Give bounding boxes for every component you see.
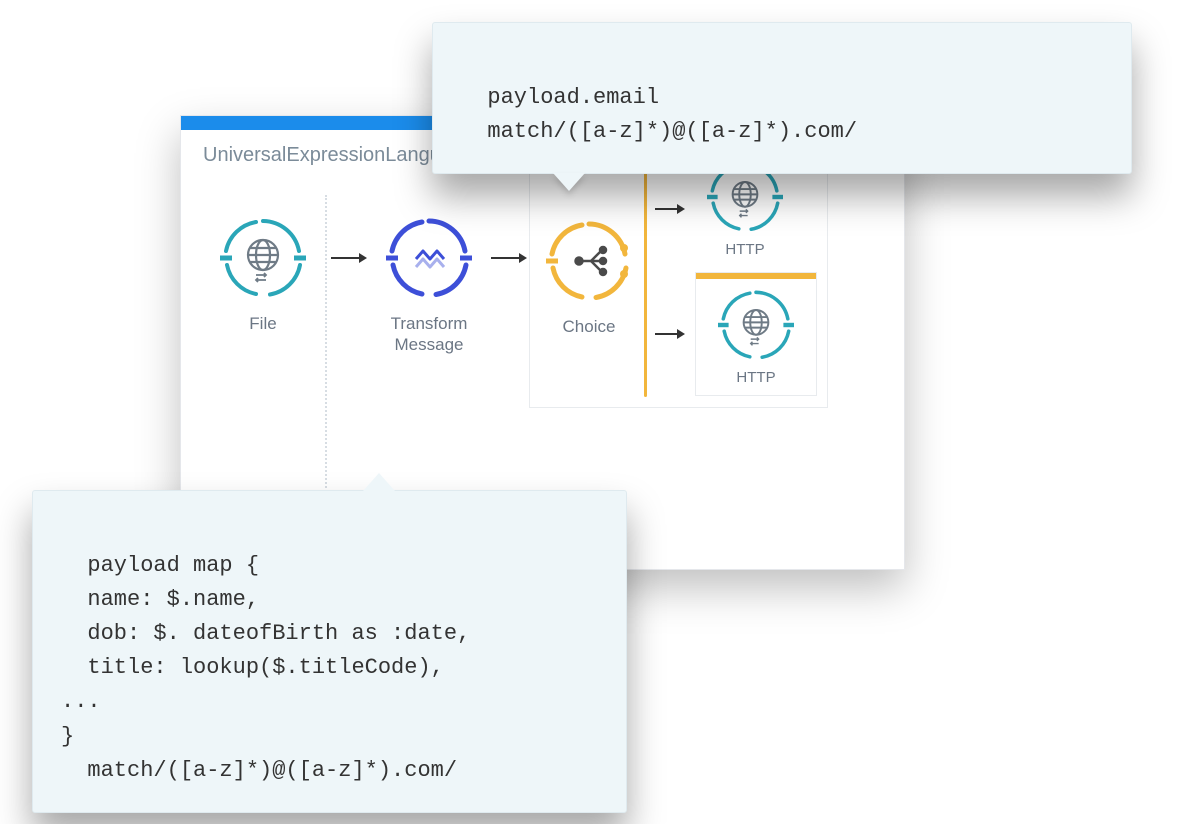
file-node: File	[203, 215, 323, 334]
tooltip-email-match: payload.email match/([a-z]*)@([a-z]*).co…	[432, 22, 1132, 174]
branch-icon	[546, 218, 632, 304]
arrow-icon	[653, 291, 687, 377]
globe-icon	[220, 215, 306, 301]
http-node-label: HTTP	[725, 241, 764, 260]
http-box: HTTP	[695, 272, 817, 397]
tooltip-code: payload map { name: $.name, dob: $. date…	[61, 553, 470, 783]
tooltip-payload-map: payload map { name: $.name, dob: $. date…	[32, 490, 627, 813]
branch-bottom: HTTP	[653, 272, 817, 397]
choice-node-label: Choice	[563, 316, 616, 337]
file-node-label: File	[249, 313, 276, 334]
choice-splitter-bar	[644, 158, 647, 397]
flow-body: File	[181, 175, 904, 513]
branch-stack: HTTP	[653, 159, 817, 397]
globe-icon	[718, 287, 794, 363]
arrow-icon	[653, 166, 687, 252]
arrow-icon	[489, 215, 529, 301]
divider	[325, 195, 327, 495]
transform-node-label: Transform Message	[391, 313, 468, 356]
transform-icon	[386, 215, 472, 301]
arrow-icon	[329, 215, 369, 301]
transform-node: Transform Message	[369, 215, 489, 356]
http-node-label: HTTP	[736, 369, 775, 388]
choice-node: Choice	[540, 158, 638, 397]
tooltip-code: payload.email match/([a-z]*)@([a-z]*).co…	[461, 85, 857, 144]
http-node: HTTP	[706, 287, 806, 388]
http-box-bar	[696, 273, 816, 279]
